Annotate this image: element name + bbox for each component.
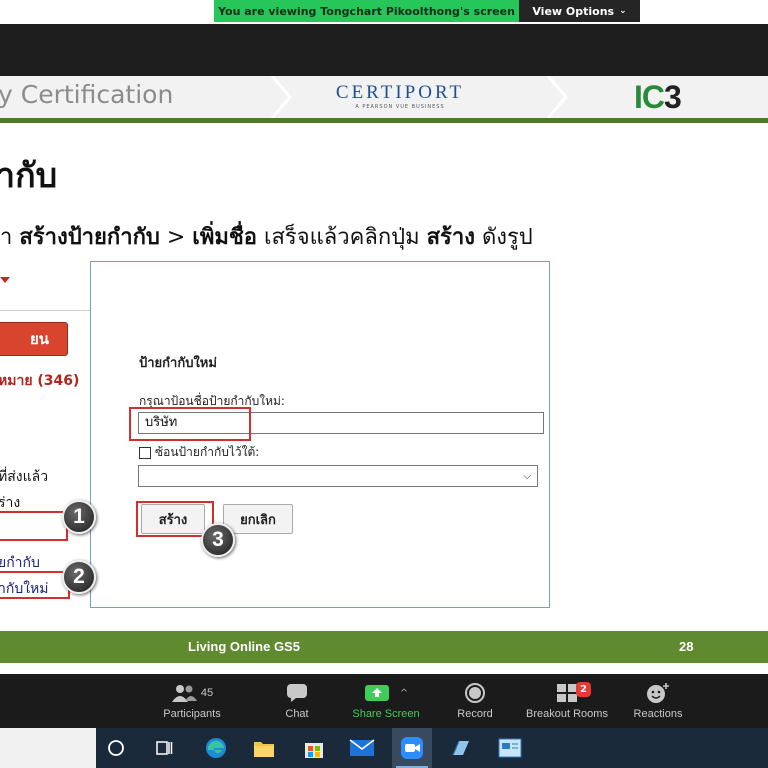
participants-icon — [171, 685, 197, 702]
windows-taskbar — [0, 728, 768, 768]
taskbar-edge[interactable] — [196, 728, 236, 768]
breakout-rooms-button[interactable]: 2 Breakout Rooms — [520, 674, 614, 728]
header-rule — [0, 118, 768, 123]
instruction-part: า — [0, 225, 20, 250]
reactions-label: Reactions — [633, 708, 683, 720]
instruction-bold: สร้างป้ายกำกับ — [19, 225, 160, 250]
certiport-wordmark: CERTIPORT — [335, 82, 465, 103]
store-bag-icon — [305, 743, 323, 758]
slide-bottom-strip — [0, 663, 768, 674]
compose-button[interactable]: ยน — [0, 322, 68, 356]
dropdown-arrow-icon — [0, 277, 10, 283]
shared-slide: y Certification CERTIPORT A PEARSON VUE … — [0, 76, 768, 674]
circle-icon — [108, 740, 124, 756]
footer-title: Living Online GS5 — [188, 639, 300, 654]
highlight-box-name — [129, 407, 251, 441]
dialog-title: ป้ายกำกับใหม่ — [139, 356, 217, 371]
widgets-button[interactable] — [144, 728, 184, 768]
share-screen-label: Share Screen — [352, 708, 420, 720]
record-icon — [465, 683, 485, 703]
ic3-logo-letters: IC — [634, 79, 665, 115]
highlight-box-step-2 — [0, 571, 70, 599]
chevron-divider-icon — [270, 76, 292, 118]
taskbar-notepad[interactable] — [440, 728, 480, 768]
step-marker-2: 2 — [62, 560, 96, 594]
notepad-icon — [452, 740, 469, 756]
breakout-rooms-label: Breakout Rooms — [526, 708, 608, 720]
slide-title: ำกับ — [0, 156, 58, 196]
chevron-down-icon: ⌄ — [619, 6, 627, 16]
taskbar-file-explorer[interactable] — [244, 728, 284, 768]
mail-icon — [349, 739, 375, 756]
chat-button[interactable]: Chat — [272, 674, 322, 728]
participants-button[interactable]: 45 Participants — [152, 674, 232, 728]
nest-label-text: ซ้อนป้ายกำกับไว้ใต้: — [155, 445, 260, 459]
instruction-part: เสร็จแล้วคลิกปุ่ม — [256, 225, 427, 250]
reactions-button[interactable]: Reactions — [628, 674, 688, 728]
participants-label: Participants — [163, 708, 221, 720]
breakout-rooms-icon — [557, 684, 577, 702]
taskbar-mail[interactable] — [342, 728, 382, 768]
viewing-banner: You are viewing Tongchart Pikoolthong's … — [214, 0, 519, 22]
chevron-down-icon: ⌵ — [523, 471, 531, 482]
taskbar-zoom[interactable] — [392, 728, 432, 768]
slide-header: y Certification CERTIPORT A PEARSON VUE … — [0, 76, 768, 118]
nest-label-row[interactable]: ซ้อนป้ายกำกับไว้ใต้: — [139, 443, 259, 462]
nest-label-checkbox[interactable] — [139, 446, 151, 459]
zoom-toolbar: 45 Participants Chat ^ Share Screen Reco… — [0, 674, 768, 728]
cancel-button[interactable]: ยกเลิก — [223, 504, 293, 534]
taskbar-search-area — [0, 728, 96, 768]
share-screen-button[interactable]: ^ Share Screen — [344, 674, 428, 728]
task-view-icon — [156, 741, 173, 755]
folder-icon — [254, 742, 274, 757]
instruction-bold: สร้าง — [426, 225, 475, 250]
header-title: y Certification — [0, 80, 174, 109]
step-marker-3: 3 — [201, 523, 235, 557]
sidebar-item-sent[interactable]: ที่ส่งแล้ว — [0, 466, 48, 488]
record-button[interactable]: Record — [450, 674, 500, 728]
new-label-dialog: ป้ายกำกับใหม่ กรุณาป้อนชื่อป้ายกำกับใหม่… — [90, 261, 550, 608]
parent-label-select[interactable]: ⌵ — [138, 465, 538, 487]
view-options-button[interactable]: View Options ⌄ — [519, 0, 640, 22]
shared-screen-margin — [0, 24, 768, 76]
ic3-logo: IC3 — [634, 79, 682, 116]
chevron-up-icon[interactable]: ^ — [400, 688, 408, 699]
view-options-label: View Options — [532, 4, 615, 18]
share-screen-icon — [364, 685, 389, 701]
instruction-bold: เพิ่มชื่อ — [192, 225, 257, 250]
app-window-icon — [498, 738, 522, 758]
certiport-logo: CERTIPORT A PEARSON VUE BUSINESS — [320, 82, 480, 116]
sidebar-item-inbox[interactable]: หมาย (346) — [0, 370, 79, 392]
chat-icon — [287, 684, 307, 702]
participant-count: 45 — [200, 687, 214, 699]
ic3-logo-number: 3 — [664, 79, 682, 115]
task-view-button[interactable] — [96, 728, 136, 768]
instruction-text: า สร้างป้ายกำกับ > เพิ่มชื่อ เสร็จแล้วคล… — [0, 219, 533, 254]
taskbar-store[interactable] — [294, 728, 334, 768]
chat-label: Chat — [285, 708, 309, 720]
page-number: 28 — [679, 639, 694, 654]
certiport-subtext: A PEARSON VUE BUSINESS — [355, 104, 445, 110]
record-label: Record — [457, 708, 493, 720]
chevron-divider-icon — [546, 76, 568, 118]
breakout-badge: 2 — [576, 682, 591, 697]
smiley-plus-icon — [647, 683, 669, 703]
instruction-part: ดังรูป — [474, 225, 533, 250]
instruction-part: > — [159, 225, 193, 250]
slide-footer: Living Online GS5 28 — [0, 631, 768, 663]
highlight-box-step-1 — [0, 511, 68, 541]
taskbar-app[interactable] — [490, 728, 530, 768]
sidebar-divider — [0, 310, 90, 311]
edge-browser-icon — [206, 738, 226, 758]
step-marker-1: 1 — [62, 500, 96, 534]
zoom-top-bar: You are viewing Tongchart Pikoolthong's … — [0, 0, 768, 24]
zoom-app-icon — [401, 737, 423, 759]
